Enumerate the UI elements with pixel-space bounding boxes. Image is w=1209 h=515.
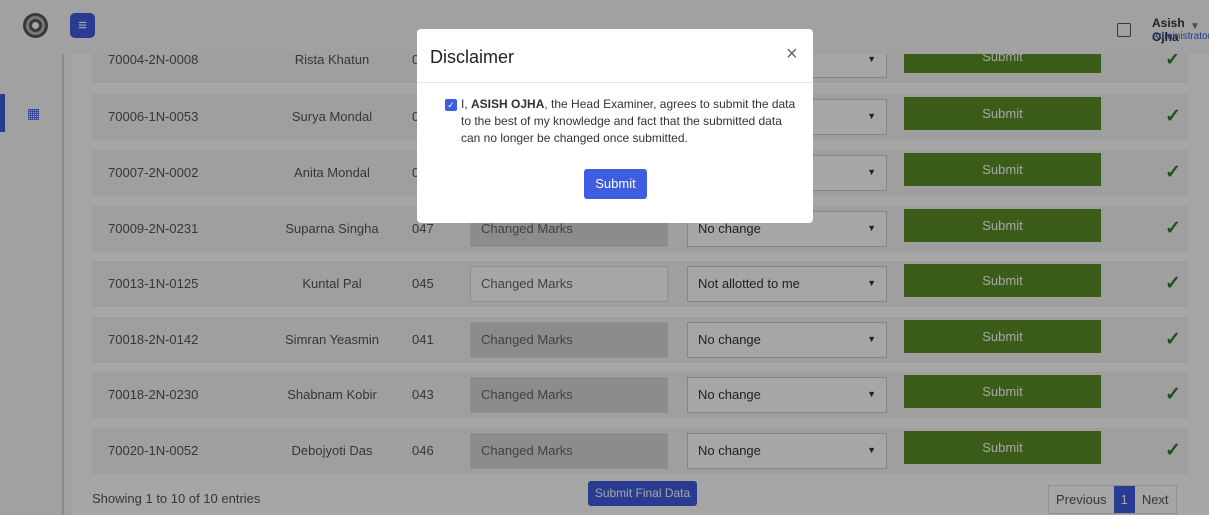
disclaimer-text: I, ASISH OJHA, the Head Examiner, agrees… (461, 96, 801, 147)
disclaimer-modal: Disclaimer × ✓ I, ASISH OJHA, the Head E… (417, 29, 813, 223)
disclaimer-line-2: to the best of my knowledge and fact tha… (461, 114, 782, 128)
modal-title: Disclaimer (430, 47, 515, 67)
disclaimer-pre: I, (461, 97, 472, 111)
agree-checkbox[interactable]: ✓ (445, 99, 457, 111)
close-icon[interactable]: × (786, 43, 798, 66)
disclaimer-line-1: , the Head Examiner, agrees to submit th… (544, 97, 796, 111)
examiner-name: ASISH OJHA (471, 97, 545, 111)
divider (417, 82, 813, 83)
modal-submit-button[interactable]: Submit (584, 169, 647, 199)
disclaimer-line-3: can no longer be changed once submitted. (461, 131, 688, 145)
